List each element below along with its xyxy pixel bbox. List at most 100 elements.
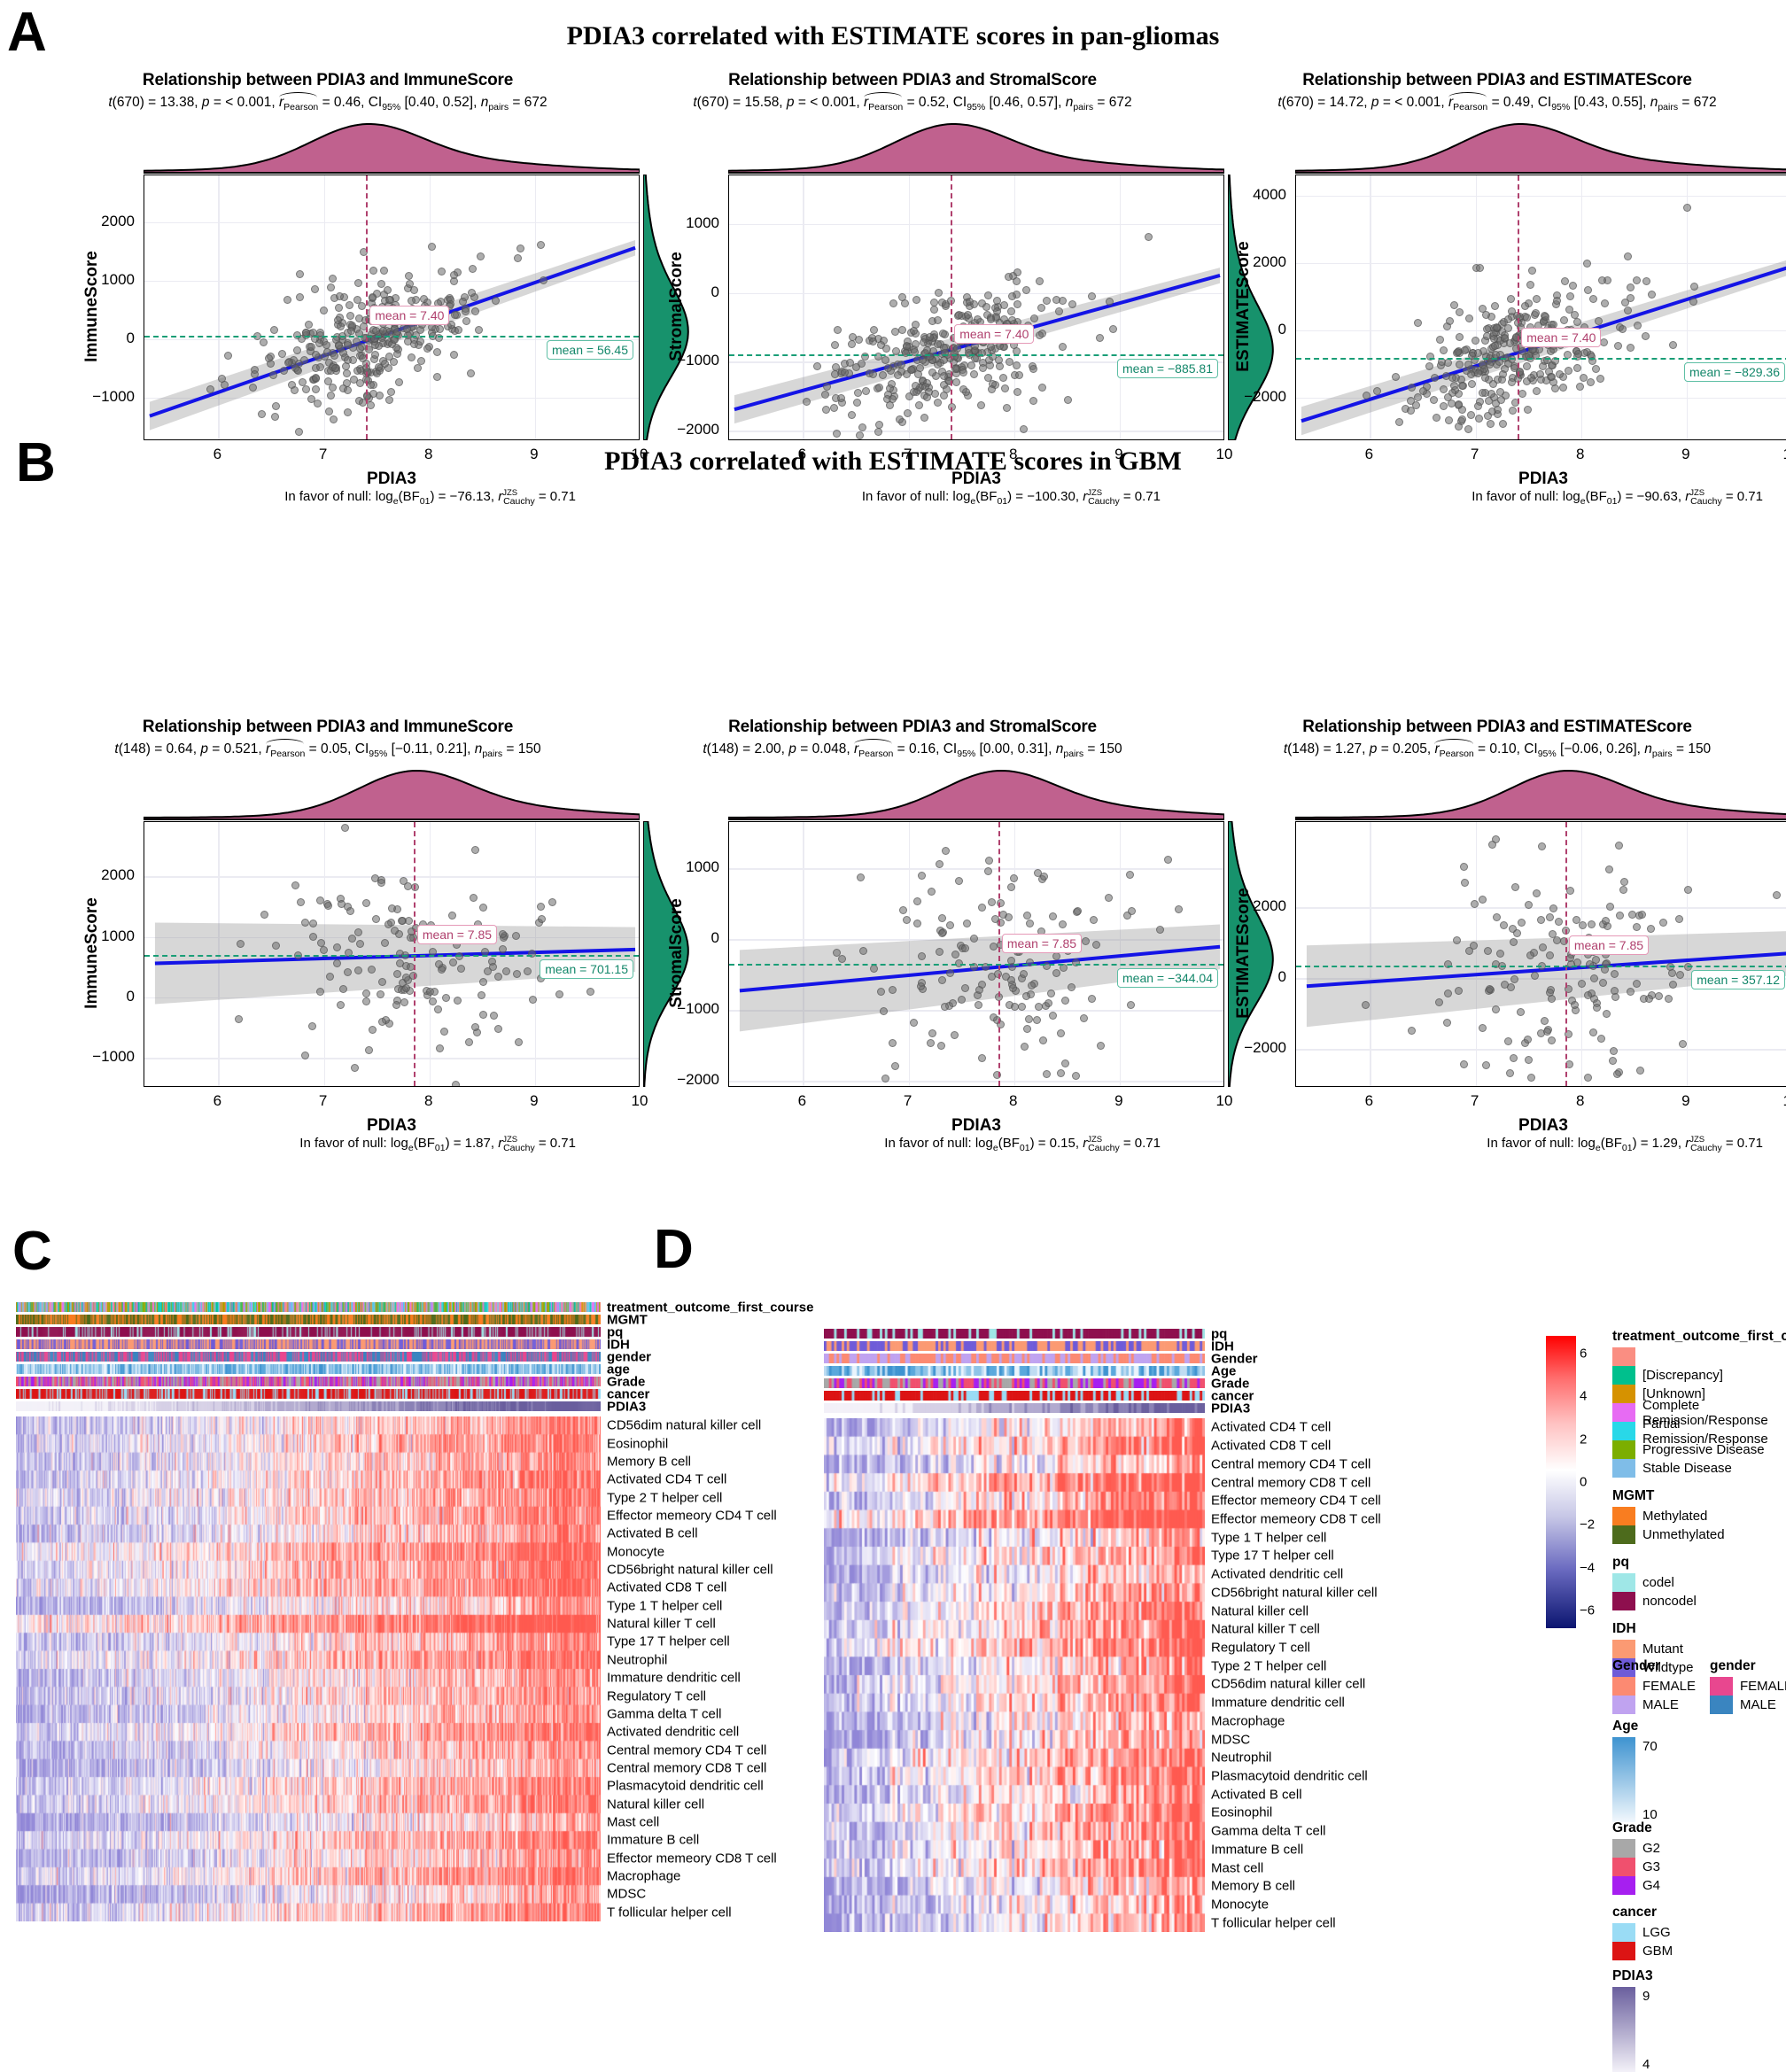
legend-swatch (1612, 1592, 1635, 1610)
legend-group-title: treatment_outcome_first_course (1612, 1329, 1786, 1344)
heatmap-row-label: Central memory CD4 T cell (607, 1742, 767, 1758)
scatter-point (1487, 390, 1495, 399)
scatter-point (1074, 906, 1083, 915)
scatter-point (236, 939, 245, 948)
scatter-point (1510, 974, 1518, 983)
bayes-factor-note: In favor of null: loge(BF01) = −76.13, r… (284, 488, 576, 508)
scatter-point (1594, 316, 1603, 325)
legend-age: Age 70 10 (1612, 1719, 1658, 1822)
heatmap-row-label: Natural killer T cell (1211, 1621, 1320, 1637)
heatmap-row-label: Memory B cell (607, 1454, 692, 1470)
scatter-point (1442, 1018, 1451, 1027)
legend-group-title: pq (1612, 1555, 1629, 1570)
legend-gradient-high: 70 (1642, 1739, 1658, 1754)
x-axis-ticks: 678910 (1364, 446, 1786, 463)
legend-item: Methylated (1612, 1507, 1786, 1525)
scatter-point (1559, 315, 1568, 324)
scatter-point (1524, 1056, 1533, 1065)
scatter-point (987, 898, 996, 907)
heatmap-row-label: Gamma delta T cell (1211, 1823, 1326, 1839)
scatter-point (347, 934, 356, 943)
scatter-point (1021, 1042, 1029, 1051)
scatter-point (514, 1037, 523, 1046)
scatter-point (1669, 340, 1678, 349)
scatter-point (1627, 911, 1636, 920)
x-mean-line (1518, 175, 1520, 440)
scatter-point (946, 920, 955, 929)
heatmap-row-label: Monocyte (607, 1544, 665, 1560)
scatter-point (889, 299, 897, 307)
scatter-point (283, 295, 291, 304)
annotation-row-grade: Grade (824, 1376, 1249, 1391)
scatter-point (1515, 367, 1524, 376)
scatter-point (986, 315, 995, 324)
scatter-point (1520, 302, 1529, 311)
scatter-point (1395, 417, 1404, 426)
heatmap-row-label: Regulatory T cell (1211, 1640, 1311, 1656)
scatter-point (329, 415, 338, 423)
marginal-density-x (1295, 120, 1786, 175)
legend-group-title: Gender (1612, 1658, 1661, 1673)
legend-item-label: MALE (1740, 1697, 1776, 1712)
heatmap-row-label: Natural killer cell (1211, 1603, 1309, 1618)
scatter-point (933, 315, 942, 324)
scatter-area: mean = 7.40 mean = −885.81 (728, 175, 1224, 441)
y-mean-label: mean = −344.04 (1117, 967, 1218, 988)
scatter-point (423, 344, 431, 353)
legend-item: Partial Remission/Response (1612, 1416, 1786, 1447)
annotation-row-pdia3: PDIA3 (824, 1401, 1250, 1416)
scatter-point (449, 958, 458, 966)
legend-item: FEMALE (1710, 1677, 1786, 1696)
heatmap-row-label: T follicular helper cell (1211, 1915, 1336, 1931)
scatter-point (408, 296, 416, 305)
scatter-point (456, 965, 465, 974)
scatter-point (1052, 952, 1060, 961)
heatmap-row-label: MDSC (1211, 1732, 1251, 1747)
heatmap-row-label: Type 17 T helper cell (607, 1634, 730, 1649)
scatter-point (1175, 904, 1184, 913)
scatter-point (1467, 379, 1476, 388)
scatter-point (1056, 1068, 1065, 1077)
scatter-point (1495, 949, 1504, 958)
scatter-point (1008, 984, 1017, 993)
scatter-point (861, 387, 870, 396)
scatter-point (1479, 1023, 1487, 1032)
scatter-point (361, 989, 370, 998)
legend-swatch (1612, 1385, 1635, 1403)
legend-gradient-bar (1612, 1737, 1635, 1822)
scatter-point (830, 403, 839, 412)
scatter-point (1006, 357, 1014, 366)
scatter-point (1573, 350, 1582, 359)
legend-gender-upper: Gender FEMALE MALE (1612, 1658, 1696, 1714)
scatter-point (1593, 1003, 1602, 1012)
scatter-point (930, 298, 939, 307)
heatmap-row-label: Activated B cell (607, 1525, 698, 1541)
scatter-point (1462, 367, 1471, 376)
scatter-point (1413, 318, 1422, 327)
scatter-point (1454, 422, 1463, 431)
y-mean-label: mean = 701.15 (540, 959, 633, 979)
scatter-point (1064, 395, 1073, 404)
scatter-point (1641, 331, 1650, 340)
heatmap-body: Activated CD4 T cell Activated CD8 T cell… (824, 1418, 1381, 1932)
plot-stats-line: t(148) = 1.27, p = 0.205, rPearson = 0.1… (1283, 738, 1712, 760)
scatter-point (537, 240, 546, 249)
scatter-point (1549, 904, 1558, 912)
scatter-point (1538, 842, 1546, 850)
scatter-point (387, 904, 396, 912)
plot-title: Relationship between PDIA3 and ESTIMATES… (1302, 718, 1692, 736)
scatter-point (305, 320, 314, 329)
scatter-point (856, 873, 865, 882)
plot-title: Relationship between PDIA3 and ImmuneSco… (142, 71, 514, 89)
heatmap-row-label: Central memory CD4 T cell (1211, 1456, 1371, 1472)
legend-swatch (1612, 1858, 1635, 1876)
scatter-point (1052, 295, 1060, 304)
scatter-point (1022, 912, 1031, 920)
scatter-point (1456, 307, 1464, 316)
scatter-point (1619, 885, 1627, 894)
scatter-point (903, 409, 912, 418)
scatter-point (1025, 1014, 1034, 1023)
scatter-point (1079, 1013, 1088, 1022)
plot-stats-line: t(670) = 14.72, p = < 0.001, rPearson = … (1277, 91, 1717, 113)
scatter-point (939, 391, 948, 400)
